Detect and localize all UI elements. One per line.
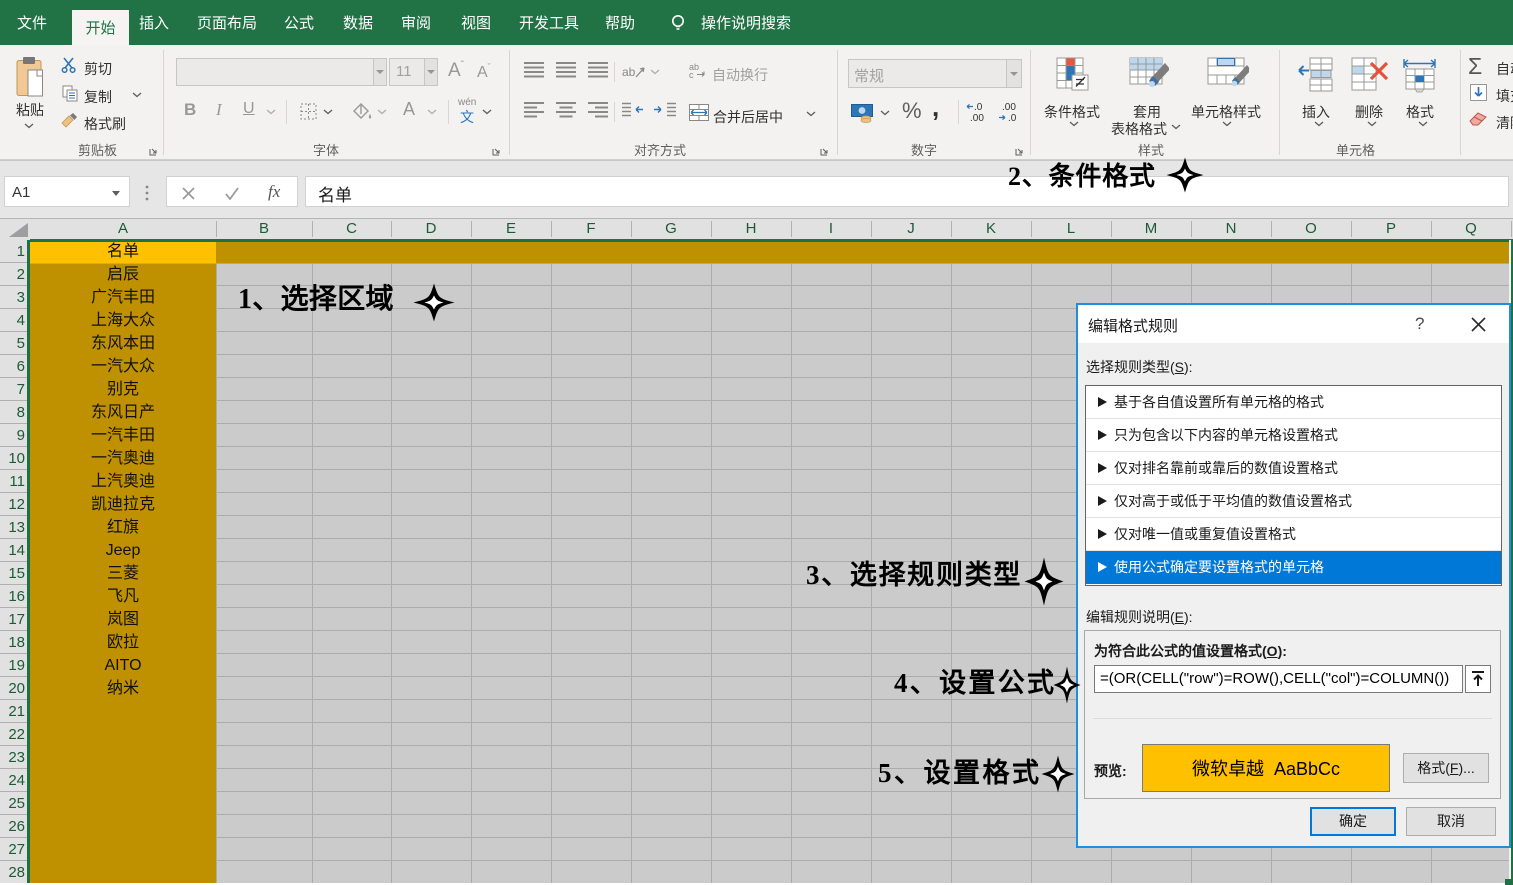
svg-text:.0: .0 — [974, 102, 983, 113]
svg-text:ab: ab — [622, 65, 636, 79]
svg-text:.0: .0 — [1008, 113, 1017, 124]
svg-text:?: ? — [1415, 314, 1424, 332]
svg-text:c: c — [689, 70, 694, 79]
svg-text:.00: .00 — [1002, 102, 1016, 113]
svg-text:.00: .00 — [970, 113, 984, 124]
